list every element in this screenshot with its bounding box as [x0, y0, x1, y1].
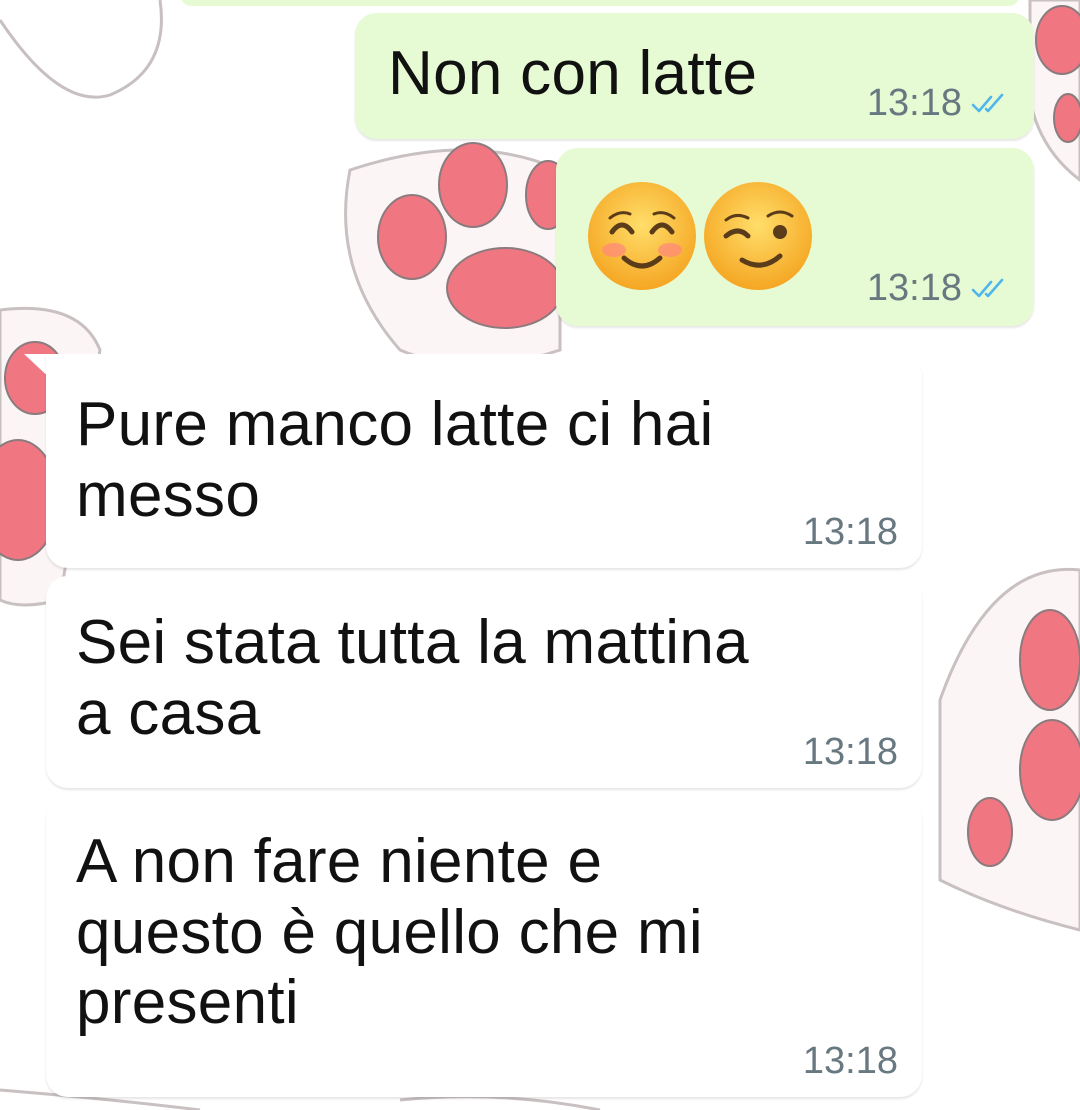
chat-message-list[interactable]: Non con latte 13:18 13:18 Pure manco lat…	[0, 0, 1080, 1110]
message-meta: 13:18	[803, 1040, 898, 1083]
message-text: Non con latte	[388, 39, 758, 108]
message-meta: 13:18	[867, 267, 1010, 310]
incoming-message-bubble[interactable]: A non fare niente e questo è quello che …	[46, 797, 922, 1097]
message-time: 13:18	[802, 731, 898, 773]
incoming-message-bubble[interactable]: Pure manco latte ci hai messo 13:18	[46, 354, 922, 568]
smiling-face-with-smiling-eyes-icon	[588, 182, 696, 290]
message-meta: 13:18	[803, 511, 898, 554]
outgoing-message-bubble[interactable]: 13:18	[556, 148, 1034, 326]
message-time: 13:18	[802, 511, 898, 553]
double-check-icon	[971, 93, 1004, 112]
relieved-face-icon	[704, 182, 812, 290]
message-time: 13:18	[866, 82, 962, 124]
incoming-message-bubble[interactable]: Sei stata tutta la mattina a casa 13:18	[46, 576, 922, 788]
message-time: 13:18	[866, 267, 962, 309]
message-text: Sei stata tutta la mattina a casa	[76, 608, 749, 748]
message-meta: 13:18	[867, 82, 1010, 125]
message-text: Pure manco latte ci hai messo	[76, 390, 714, 530]
double-check-icon	[971, 278, 1004, 297]
emoji-row	[586, 180, 814, 292]
outgoing-message-bubble[interactable]: Non con latte 13:18	[355, 13, 1034, 139]
message-time: 13:18	[802, 1040, 898, 1082]
message-text: A non fare niente e questo è quello che …	[76, 827, 703, 1038]
message-meta: 13:18	[803, 731, 898, 774]
